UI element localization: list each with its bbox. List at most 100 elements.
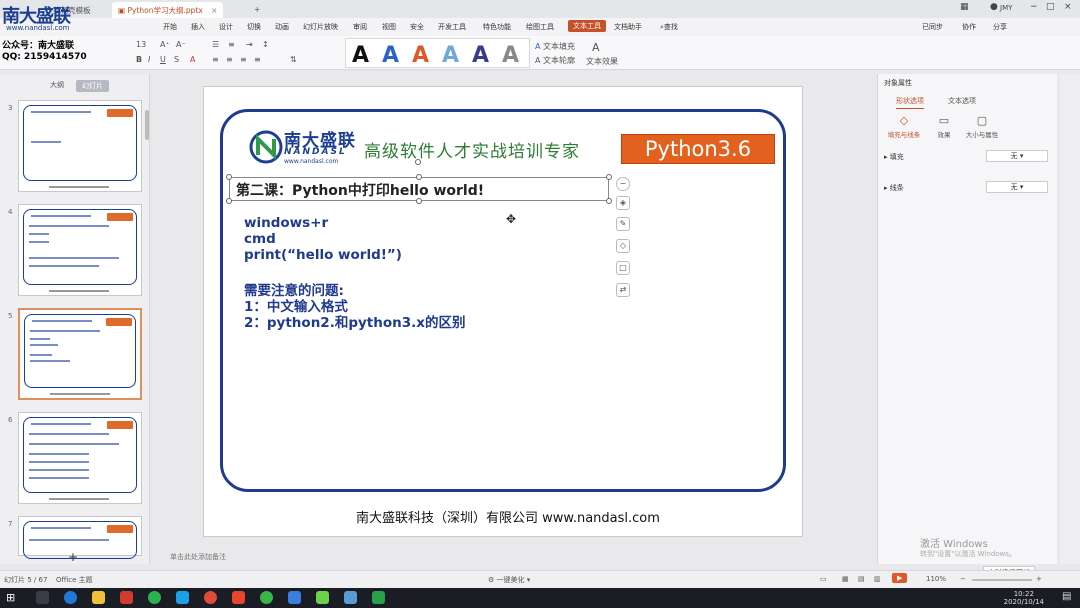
avatar[interactable]: ● — [990, 2, 998, 12]
font-color-icon[interactable]: A — [190, 55, 195, 64]
font-shrink-icon[interactable]: A⁻ — [176, 40, 186, 49]
slide-thumbnail[interactable] — [18, 100, 142, 192]
wps-icon[interactable] — [120, 591, 133, 604]
text-style-3[interactable]: A — [412, 43, 429, 68]
normal-view-icon[interactable]: ▭ — [820, 575, 827, 583]
ribbon-search[interactable]: ⌕查找 — [660, 22, 678, 32]
underline-icon[interactable]: U — [160, 55, 166, 64]
app-icon[interactable] — [372, 591, 385, 604]
qq-icon[interactable] — [176, 591, 189, 604]
pen-icon[interactable]: ✎ — [616, 217, 630, 231]
text-effect-label[interactable]: 文本效果 — [586, 56, 618, 67]
slide-title[interactable]: 第二课：Python中打印hello world! — [236, 180, 484, 200]
app-icon[interactable] — [232, 591, 245, 604]
ribbon-tab-slideshow[interactable]: 幻灯片放映 — [303, 22, 338, 32]
indent-icon[interactable]: ⇥ — [246, 40, 253, 49]
ribbon-tab-security[interactable]: 安全 — [410, 22, 424, 32]
line-select[interactable]: 无 ▾ — [986, 181, 1048, 193]
app-icon[interactable] — [316, 591, 329, 604]
ribbon-tab-animation[interactable]: 动画 — [275, 22, 289, 32]
sorter-view-icon[interactable]: ▦ — [842, 575, 849, 583]
notification-icon[interactable]: ▤ — [1062, 591, 1075, 604]
text-style-1[interactable]: A — [352, 43, 369, 68]
rotate-handle-icon[interactable] — [415, 159, 421, 165]
beautify-button[interactable]: ⚙ 一键美化 ▾ — [488, 575, 530, 585]
zoom-level[interactable]: 110% — [926, 575, 946, 583]
resize-handle[interactable] — [606, 174, 612, 180]
subtab-size[interactable]: ▢ 大小与属性 — [962, 114, 1002, 139]
share-button[interactable]: 分享 — [993, 22, 1007, 32]
justify-icon[interactable]: ≡ — [254, 55, 261, 64]
wechat-icon[interactable] — [148, 591, 161, 604]
resize-handle[interactable] — [226, 198, 232, 204]
layout-icon[interactable]: ▦ — [960, 2, 969, 12]
text-fill-button[interactable]: A 文本填充 — [535, 41, 575, 52]
align-center-icon[interactable]: ≡ — [226, 55, 233, 64]
fill-bucket-icon[interactable]: ◇ — [616, 239, 630, 253]
font-size-field[interactable]: 13 — [136, 40, 146, 49]
system-clock[interactable]: 10:22 2020/10/14 — [1004, 590, 1044, 606]
ribbon-tab-view[interactable]: 视图 — [382, 22, 396, 32]
tab-document[interactable]: ▣ Python学习大纲.pptx × — [112, 2, 224, 18]
ribbon-tab-devtools[interactable]: 开发工具 — [438, 22, 466, 32]
add-slide-icon[interactable]: + — [68, 550, 78, 564]
text-direction-icon[interactable]: ⇅ — [290, 55, 297, 64]
numbered-list-icon[interactable]: ≡ — [228, 40, 235, 49]
play-slideshow-icon[interactable]: ▶ — [892, 573, 908, 583]
subtab-fill-line[interactable]: ◇ 填充与线条 — [884, 114, 924, 139]
resize-handle[interactable] — [606, 198, 612, 204]
collapse-toolbar-icon[interactable]: − — [616, 177, 630, 191]
text-outline-button[interactable]: A 文本轮廓 — [535, 55, 575, 66]
line-row[interactable]: ▸ 线条 — [884, 183, 904, 193]
subtab-effects[interactable]: ▭ 效果 — [924, 114, 964, 139]
text-style-4[interactable]: A — [442, 43, 459, 68]
text-style-2[interactable]: A — [382, 43, 399, 68]
slide-thumbnail[interactable] — [18, 412, 142, 504]
fill-row[interactable]: ▸ 填充 — [884, 152, 904, 162]
zoom-out-icon[interactable]: − — [960, 575, 966, 583]
ribbon-tab-text-tools[interactable]: 文本工具 — [568, 20, 606, 32]
text-wrap-icon[interactable]: ⇄ — [616, 283, 630, 297]
zoom-slider[interactable] — [972, 579, 1032, 581]
fill-select[interactable]: 无 ▾ — [986, 150, 1048, 162]
tab-shape-options[interactable]: 形状选项 — [896, 96, 924, 109]
tab-slides[interactable]: 幻灯片 — [76, 80, 109, 92]
ribbon-tab-drawing[interactable]: 绘图工具 — [526, 22, 554, 32]
app-icon[interactable] — [288, 591, 301, 604]
app-icon[interactable] — [204, 591, 217, 604]
ribbon-tab-transition[interactable]: 切换 — [247, 22, 261, 32]
notes-placeholder[interactable]: 单击此处添加备注 — [150, 550, 877, 564]
slide-canvas[interactable]: 南大盛联 NANDASL www.nandasl.com 高级软件人才实战培训专… — [203, 86, 803, 537]
bullet-list-icon[interactable]: ☰ — [212, 40, 219, 49]
slide-thumbnail[interactable] — [18, 516, 142, 559]
text-style-6[interactable]: A — [502, 43, 519, 68]
slide-thumbnail[interactable] — [18, 204, 142, 296]
sync-status[interactable]: 已同步 — [922, 22, 943, 32]
zoom-in-icon[interactable]: + — [1036, 575, 1042, 583]
ribbon-tab-start[interactable]: 开始 — [163, 22, 177, 32]
text-style-5[interactable]: A — [472, 43, 489, 68]
collaborate-button[interactable]: 协作 — [962, 22, 976, 32]
italic-icon[interactable]: I — [148, 55, 150, 64]
windows-start-icon[interactable]: ⊞ — [6, 591, 19, 604]
slide-thumbnail-selected[interactable] — [18, 308, 142, 400]
notes-view-icon[interactable]: ▥ — [874, 575, 881, 583]
minimize-icon[interactable]: − — [1030, 2, 1038, 12]
ribbon-tab-doc-assistant[interactable]: 文档助手 — [614, 22, 642, 32]
shape-style-icon[interactable]: ◈ — [616, 196, 630, 210]
tab-outline[interactable]: 大纲 — [50, 80, 64, 90]
close-tab-icon[interactable]: × — [211, 6, 217, 15]
text-effect-icon[interactable]: A — [592, 41, 600, 54]
ribbon-tab-design[interactable]: 设计 — [219, 22, 233, 32]
edge-icon[interactable] — [64, 591, 77, 604]
tab-text-options[interactable]: 文本选项 — [948, 96, 976, 106]
app-icon[interactable] — [344, 591, 357, 604]
align-left-icon[interactable]: ≡ — [212, 55, 219, 64]
file-explorer-icon[interactable] — [92, 591, 105, 604]
new-tab-button[interactable]: + — [248, 2, 266, 18]
maximize-icon[interactable]: □ — [1046, 2, 1055, 12]
close-icon[interactable]: × — [1064, 2, 1072, 12]
strike-icon[interactable]: S — [174, 55, 179, 64]
reading-view-icon[interactable]: ▤ — [858, 575, 865, 583]
resize-handle[interactable] — [226, 174, 232, 180]
